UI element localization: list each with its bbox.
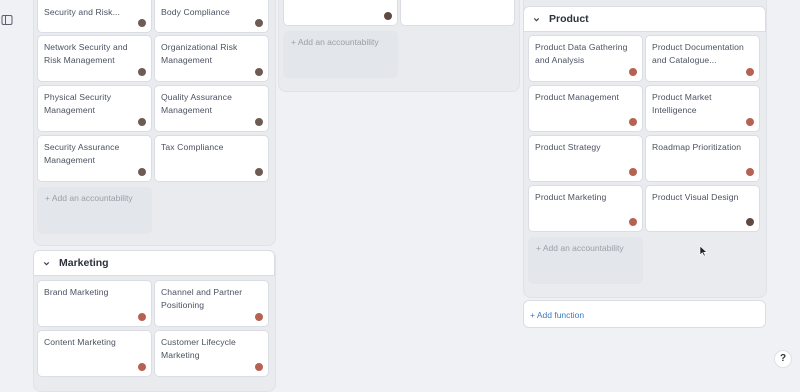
accountability-card[interactable]: Tax Compliance	[154, 135, 269, 182]
sidebar-toggle-icon[interactable]	[1, 14, 15, 30]
avatar[interactable]	[745, 67, 755, 77]
card-title: Network Security and Risk Management	[44, 42, 128, 65]
accountability-card[interactable]: Brand Marketing	[37, 280, 152, 327]
section-title: Product	[549, 13, 589, 25]
section-title: Marketing	[59, 257, 109, 269]
avatar[interactable]	[383, 11, 393, 21]
mouse-cursor-icon	[699, 245, 708, 257]
card-title: Tax Compliance	[161, 142, 224, 152]
product-section-header[interactable]: Product	[523, 6, 766, 32]
chevron-down-icon[interactable]	[42, 259, 51, 268]
card-title: Customer Lifecycle Marketing	[161, 337, 236, 360]
card-title: Product Data Gathering and Analysis	[535, 42, 628, 65]
card-title: Security and Risk...	[44, 7, 121, 17]
accountability-card[interactable]: Customer Lifecycle Marketing	[154, 330, 269, 377]
avatar[interactable]	[628, 167, 638, 177]
avatar[interactable]	[254, 67, 264, 77]
card-title: Organizational Risk Management	[161, 42, 238, 65]
avatar[interactable]	[254, 117, 264, 127]
card-title: Product Strategy	[535, 142, 601, 152]
marketing-section-header[interactable]: Marketing	[33, 250, 275, 276]
avatar[interactable]	[137, 312, 147, 322]
accountability-card[interactable]: Channel and Partner Positioning	[154, 280, 269, 327]
accountability-card[interactable]: Product Marketing	[528, 185, 643, 232]
help-button[interactable]: ?	[774, 350, 792, 368]
accountability-card[interactable]: Body Compliance	[154, 0, 269, 33]
card-title: Quality Assurance Management	[161, 92, 232, 115]
card-title: Product Market Intelligence	[652, 92, 712, 115]
card-title: Body Compliance	[161, 7, 230, 17]
accountability-card[interactable]: Security Assurance Management	[37, 135, 152, 182]
add-function-button[interactable]: + Add function	[523, 300, 766, 328]
accountability-card[interactable]	[283, 0, 398, 26]
accountability-card[interactable]: Product Market Intelligence	[645, 85, 760, 132]
accountability-card[interactable]: Quality Assurance Management	[154, 85, 269, 132]
card-title: Physical Security Management	[44, 92, 112, 115]
avatar[interactable]	[137, 18, 147, 28]
accountability-card[interactable]: Product Management	[528, 85, 643, 132]
card-title: Content Marketing	[44, 337, 116, 347]
card-title: Product Management	[535, 92, 619, 102]
accountability-card[interactable]: Product Visual Design	[645, 185, 760, 232]
accountability-card[interactable]: Product Strategy	[528, 135, 643, 182]
avatar[interactable]	[254, 18, 264, 28]
avatar[interactable]	[628, 117, 638, 127]
add-accountability-button[interactable]: + Add an accountability	[37, 187, 152, 234]
accountability-card[interactable]: Product Data Gathering and Analysis	[528, 35, 643, 82]
avatar[interactable]	[254, 362, 264, 372]
card-title: Brand Marketing	[44, 287, 109, 297]
avatar[interactable]	[137, 117, 147, 127]
avatar[interactable]	[628, 67, 638, 77]
avatar[interactable]	[745, 217, 755, 227]
card-title: Security Assurance Management	[44, 142, 120, 165]
accountability-card[interactable]: Organizational Risk Management	[154, 35, 269, 82]
avatar[interactable]	[137, 167, 147, 177]
accountability-card[interactable]: Content Marketing	[37, 330, 152, 377]
avatar[interactable]	[745, 117, 755, 127]
chevron-down-icon[interactable]	[532, 15, 541, 24]
add-accountability-button[interactable]: + Add an accountability	[283, 31, 398, 78]
accountability-card[interactable]: Physical Security Management	[37, 85, 152, 132]
card-title: Channel and Partner Positioning	[161, 287, 243, 310]
accountability-card[interactable]: Security and Risk...	[37, 0, 152, 33]
avatar[interactable]	[628, 217, 638, 227]
avatar[interactable]	[254, 312, 264, 322]
card-title: Product Documentation and Catalogue...	[652, 42, 744, 65]
accountability-card[interactable]: Network Security and Risk Management	[37, 35, 152, 82]
avatar[interactable]	[137, 362, 147, 372]
accountability-card[interactable]	[400, 0, 515, 26]
add-accountability-button[interactable]: + Add an accountability	[528, 237, 643, 284]
card-title: Product Marketing	[535, 192, 607, 202]
avatar[interactable]	[137, 67, 147, 77]
avatar[interactable]	[745, 167, 755, 177]
avatar[interactable]	[254, 167, 264, 177]
accountability-card[interactable]: Roadmap Prioritization	[645, 135, 760, 182]
accountability-card[interactable]: Product Documentation and Catalogue...	[645, 35, 760, 82]
card-title: Roadmap Prioritization	[652, 142, 742, 152]
card-title: Product Visual Design	[652, 192, 739, 202]
